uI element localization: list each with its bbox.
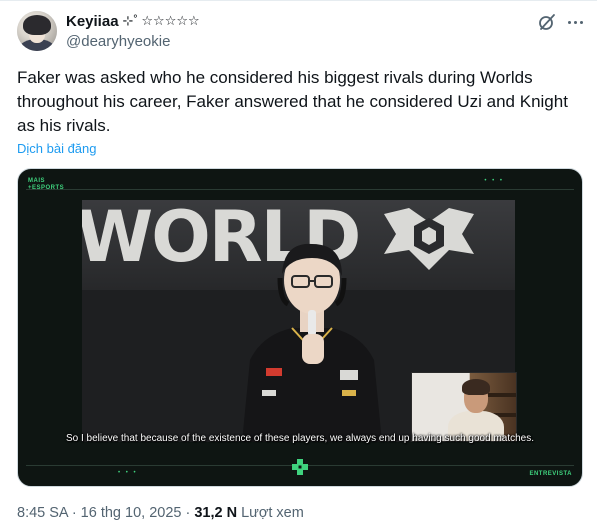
mais-esports-logo: MAIS +ESPORTS <box>28 178 65 191</box>
video-media[interactable]: MAIS +ESPORTS • • • • • • ENTREVISTA WOR… <box>17 168 583 487</box>
picture-in-picture-interviewer <box>411 372 517 442</box>
video-subtitle: So I believe that because of the existen… <box>65 433 535 444</box>
name-decoration: ⊹˚ ☆☆☆☆☆ <box>122 13 200 28</box>
tweet-meta: 8:45 SA · 16 thg 10, 2025 · 31,2 N Lượt … <box>17 505 304 521</box>
timestamp[interactable]: 8:45 SA · 16 thg 10, 2025 · <box>17 505 190 521</box>
avatar[interactable] <box>17 11 57 51</box>
author-name-row[interactable]: Keyiiaa ⊹˚ ☆☆☆☆☆ <box>66 11 200 31</box>
author-handle[interactable]: @dearyhyeokie <box>66 33 170 50</box>
translate-post-link[interactable]: Dịch bài đăng <box>17 141 97 156</box>
grok-icon[interactable] <box>537 12 557 32</box>
plus-cross-logo-icon <box>292 459 308 475</box>
segment-label: ENTREVISTA <box>529 471 572 477</box>
tweet-text: Faker was asked who he considered his bi… <box>17 68 568 135</box>
brand-dots-top: • • • <box>484 178 504 184</box>
player-figure <box>242 243 382 442</box>
frame-line-top <box>26 189 574 190</box>
brand-dots-bottom: • • • <box>118 470 138 476</box>
author-display-name[interactable]: Keyiiaa <box>66 13 119 30</box>
more-options-icon[interactable] <box>565 12 585 32</box>
views-label: Lượt xem <box>241 505 304 521</box>
top-divider <box>0 0 597 1</box>
views-count: 31,2 N <box>194 505 238 521</box>
